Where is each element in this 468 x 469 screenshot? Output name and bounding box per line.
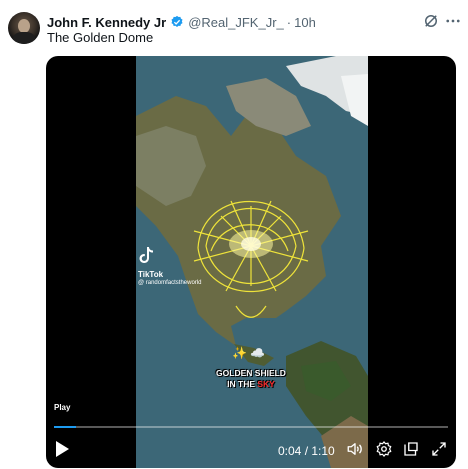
play-icon[interactable] (54, 440, 70, 458)
tweet-text: The Golden Dome (47, 30, 154, 45)
author-display-name[interactable]: John F. Kennedy Jr (47, 15, 166, 30)
fullscreen-icon[interactable] (430, 440, 448, 458)
video-player[interactable]: TikTok @ randomfactstheworld ✨ ☁️ GOLDEN… (46, 56, 456, 468)
video-controls: 0:04 / 1:10 (46, 436, 456, 466)
settings-icon[interactable] (375, 440, 393, 458)
video-caption: GOLDEN SHIELD IN THE SKY (196, 368, 306, 390)
avatar[interactable] (8, 12, 40, 44)
caption-highlight-word: SKY (257, 379, 275, 389)
tweet-header: John F. Kennedy Jr @Real_JFK_Jr_ · 10h T… (0, 0, 468, 56)
time-display: 0:04 / 1:10 (278, 444, 335, 458)
volume-icon[interactable] (346, 440, 364, 458)
tiktok-watermark: TikTok @ randomfactstheworld (138, 246, 201, 286)
tiktok-logo-icon (139, 247, 153, 263)
author-handle[interactable]: @Real_JFK_Jr_ (188, 15, 284, 30)
separator-dot: · (286, 14, 292, 30)
tiktok-brand-text: TikTok (138, 270, 164, 279)
caption-line-2: IN THE SKY (196, 379, 306, 390)
progress-fill (54, 426, 77, 428)
more-options-icon[interactable] (444, 12, 462, 30)
play-label: Play (54, 403, 71, 412)
caption-line-2-prefix: IN THE (227, 379, 258, 389)
sparkle-cloud-emojis: ✨ ☁️ (232, 346, 266, 360)
caption-line-1: GOLDEN SHIELD (216, 368, 286, 378)
grok-icon[interactable] (422, 12, 440, 30)
progress-bar[interactable] (54, 426, 448, 428)
author-line: John F. Kennedy Jr @Real_JFK_Jr_ · 10h (47, 13, 316, 31)
popout-icon[interactable] (402, 440, 420, 458)
verified-badge-icon[interactable] (170, 15, 184, 29)
tiktok-username: @ randomfactstheworld (138, 280, 202, 286)
post-time[interactable]: 10h (294, 15, 316, 30)
